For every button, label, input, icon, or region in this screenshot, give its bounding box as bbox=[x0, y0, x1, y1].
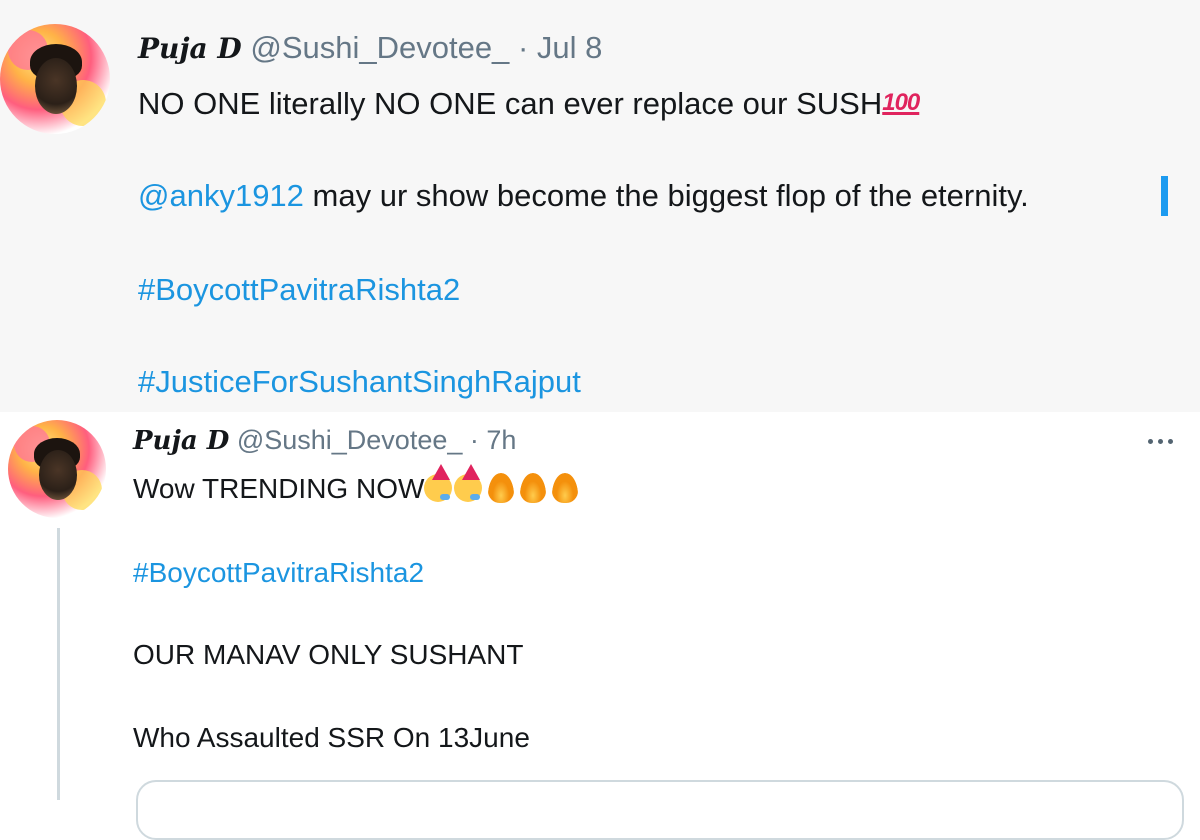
hundred-points-icon: 100 bbox=[882, 89, 920, 116]
tweet-timestamp[interactable]: Jul 8 bbox=[537, 30, 602, 65]
avatar[interactable] bbox=[8, 420, 106, 518]
avatar[interactable] bbox=[0, 24, 110, 134]
tweet-text-line: NO ONE literally NO ONE can ever replace… bbox=[138, 86, 920, 122]
avatar-face bbox=[35, 58, 77, 114]
tweet-text: Who Assaulted SSR On 13June bbox=[133, 722, 530, 753]
more-dot bbox=[1167, 438, 1173, 444]
hashtag-link[interactable]: #BoycottPavitraRishta2 bbox=[133, 557, 424, 589]
tweet-text: Wow TRENDING NOW bbox=[133, 473, 425, 504]
tweet-text: may ur show become the biggest flop of t… bbox=[303, 178, 1029, 213]
party-face-icon bbox=[454, 464, 483, 502]
tweet-text: OUR MANAV ONLY SUSHANT bbox=[133, 639, 524, 670]
tweet-header: Puja D @Sushi_Devotee_ · 7h bbox=[133, 425, 516, 456]
fire-icon bbox=[552, 473, 579, 503]
more-dot bbox=[1147, 438, 1153, 444]
fire-icon bbox=[488, 473, 515, 503]
tweet-text-line: @anky1912 may ur show become the biggest… bbox=[138, 178, 1029, 214]
author-name[interactable]: Puja D bbox=[133, 426, 229, 456]
tweet-text: NO ONE literally NO ONE can ever replace… bbox=[138, 86, 883, 121]
separator-dot: · bbox=[517, 30, 529, 65]
author-handle[interactable]: @Sushi_Devotee_ bbox=[250, 30, 509, 65]
link-preview-card[interactable] bbox=[136, 780, 1184, 840]
hashtag-link[interactable]: #JusticeForSushantSinghRajput bbox=[138, 364, 581, 400]
hashtag-link[interactable]: #BoycottPavitraRishta2 bbox=[138, 272, 460, 308]
fire-icon bbox=[520, 473, 547, 503]
mention-link[interactable]: @anky1912 bbox=[138, 178, 304, 213]
text-selection-cursor bbox=[1161, 176, 1168, 216]
tweet-header: Puja D @Sushi_Devotee_ · Jul 8 bbox=[138, 30, 602, 66]
tweet-timestamp[interactable]: 7h bbox=[486, 425, 516, 455]
more-dot bbox=[1157, 438, 1163, 444]
author-name[interactable]: Puja D bbox=[138, 32, 242, 65]
party-face-icon bbox=[424, 464, 453, 502]
thread-connector-line bbox=[57, 528, 60, 800]
tweet-text-line: Wow TRENDING NOW bbox=[133, 464, 584, 505]
author-handle[interactable]: @Sushi_Devotee_ bbox=[237, 425, 463, 455]
separator-dot: · bbox=[469, 425, 479, 455]
tweet-jul8[interactable]: Puja D @Sushi_Devotee_ · Jul 8 NO ONE li… bbox=[0, 0, 1200, 412]
avatar-face bbox=[39, 450, 77, 500]
more-horizontal-icon[interactable] bbox=[1140, 426, 1180, 456]
